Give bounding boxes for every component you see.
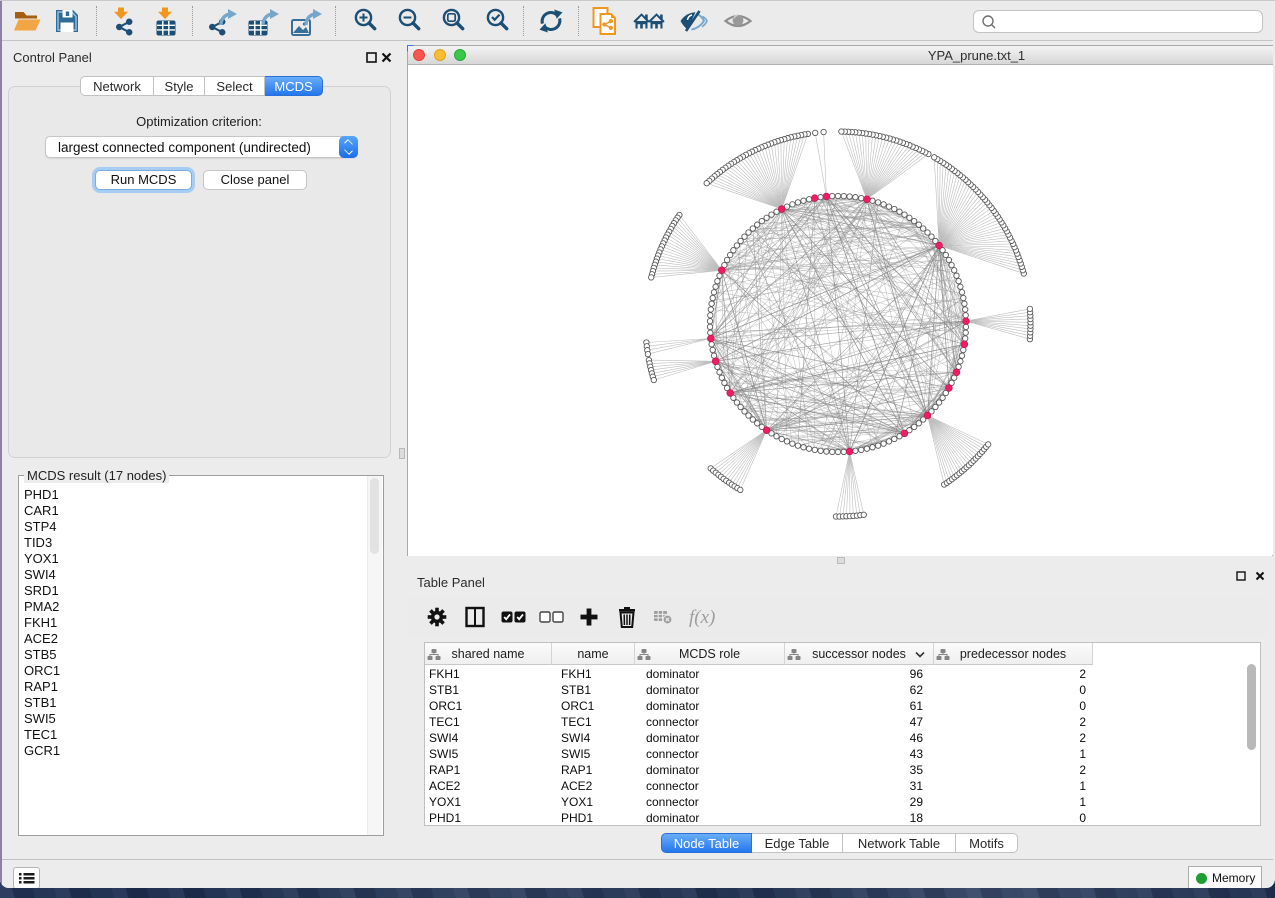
svg-text:f(x): f(x): [689, 607, 715, 628]
